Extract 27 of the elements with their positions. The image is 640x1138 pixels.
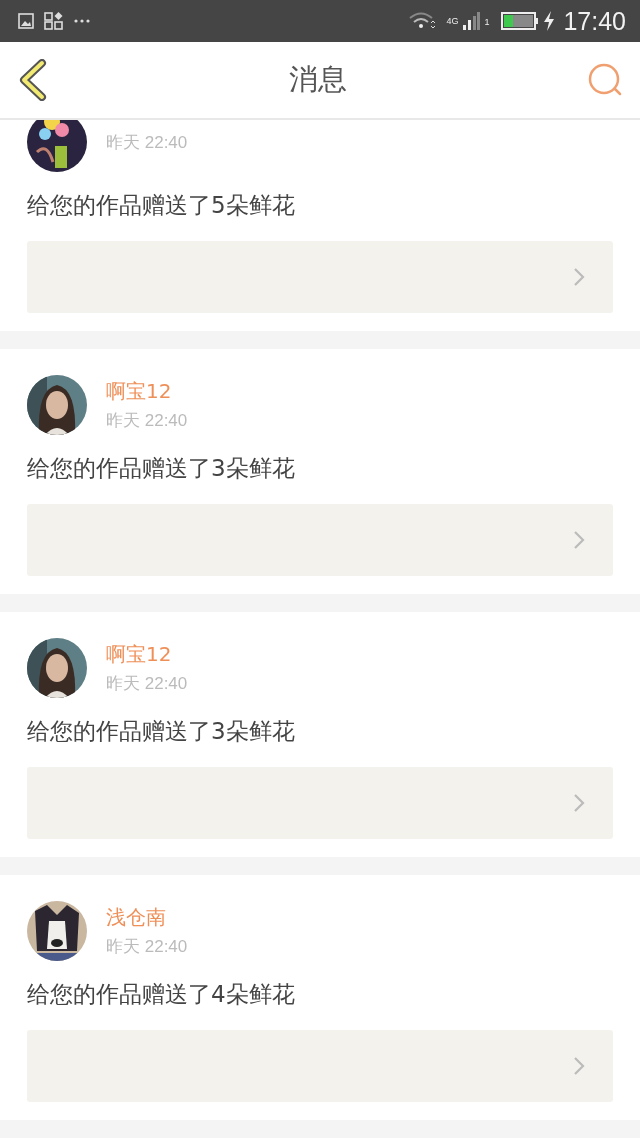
- more-icon: [74, 19, 90, 23]
- chevron-icon: [573, 267, 585, 287]
- message-time: 昨天 22:40: [106, 131, 188, 154]
- image-icon: [18, 13, 34, 29]
- clock: 17:40: [563, 6, 626, 36]
- apps-icon: [44, 11, 64, 31]
- message-time: 昨天 22:40: [106, 673, 188, 695]
- message-time: 昨天 22:40: [106, 410, 188, 432]
- wifi-icon: [408, 11, 437, 31]
- message-text: 给您的作品赠送了3朵鲜花: [27, 454, 296, 483]
- user-name[interactable]: 浅仓南: [106, 904, 188, 931]
- back-icon[interactable]: [18, 59, 48, 101]
- chevron-icon: [573, 793, 585, 813]
- user-name[interactable]: 啊宝12: [106, 641, 188, 668]
- chevron-icon: [573, 530, 585, 550]
- message-text: 给您的作品赠送了3朵鲜花: [27, 717, 296, 746]
- battery-icon: [501, 12, 540, 30]
- message-time: 昨天 22:40: [106, 936, 188, 958]
- page-title: 消息: [288, 61, 347, 98]
- sim-number: 1: [484, 16, 490, 27]
- user-name[interactable]: 啊宝12: [106, 378, 188, 405]
- network-type: 4G: [446, 15, 459, 26]
- message-text: 给您的作品赠送了4朵鲜花: [27, 980, 296, 1009]
- charging-icon: [543, 11, 556, 31]
- chevron-icon: [573, 1056, 585, 1076]
- message-text: 给您的作品赠送了5朵鲜花: [27, 191, 296, 220]
- signal-icon: [462, 11, 481, 31]
